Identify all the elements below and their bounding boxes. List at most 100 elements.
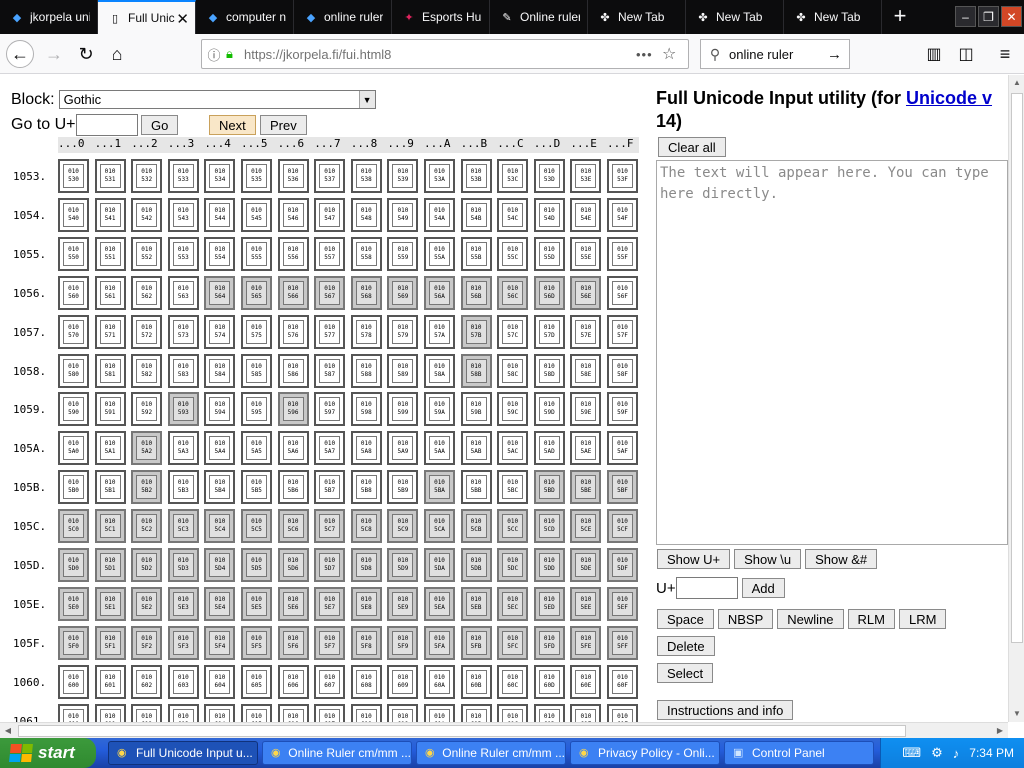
char-cell[interactable]: 010 563 — [167, 275, 199, 310]
start-button[interactable]: start — [0, 738, 96, 768]
char-cell[interactable]: 010 574 — [204, 314, 236, 349]
char-cell[interactable]: 010 5F7 — [314, 625, 346, 660]
char-cell[interactable]: 010 580 — [58, 353, 89, 388]
char-cell[interactable]: 01061F — [607, 703, 638, 722]
char-cell[interactable]: 010 534 — [204, 159, 236, 193]
char-cell[interactable]: 010 5AA — [424, 431, 455, 466]
char-cell[interactable]: 010 54F — [607, 197, 638, 232]
char-cell[interactable]: 010 603 — [167, 664, 199, 699]
char-cell[interactable]: 010 58D — [533, 353, 565, 388]
char-cell[interactable]: 010 540 — [58, 197, 89, 232]
scroll-right-icon[interactable]: ▶ — [992, 723, 1008, 739]
char-cell[interactable]: 010611 — [94, 703, 126, 722]
char-cell[interactable]: 010 568 — [350, 275, 382, 310]
show-uplus-button[interactable]: Show U+ — [657, 549, 731, 569]
char-cell[interactable]: 010 5F6 — [277, 625, 309, 660]
vertical-scroll-thumb[interactable] — [1011, 93, 1023, 643]
minimize-button[interactable]: – — [955, 6, 976, 27]
nbsp-button[interactable]: NBSP — [717, 609, 774, 629]
char-cell[interactable]: 010 5BC — [497, 470, 529, 505]
char-cell[interactable]: 010 546 — [277, 197, 309, 232]
lock-icon[interactable]: 🔒︎ — [226, 46, 244, 62]
char-cell[interactable]: 010 5AF — [607, 431, 638, 466]
char-cell[interactable]: 010 541 — [94, 197, 126, 232]
char-cell[interactable]: 010 58E — [570, 353, 602, 388]
char-cell[interactable]: 010 5E7 — [314, 586, 346, 621]
volume-icon[interactable]: ♪ — [953, 746, 960, 761]
char-cell[interactable]: 010 576 — [277, 314, 309, 349]
char-cell[interactable]: 010 569 — [387, 275, 419, 310]
char-cell[interactable]: 010 5FF — [607, 625, 638, 660]
char-cell[interactable]: 010 5F0 — [58, 625, 89, 660]
char-cell[interactable]: 010 560 — [58, 275, 89, 310]
char-cell[interactable]: 010 55F — [607, 236, 638, 271]
char-cell[interactable]: 010 5E3 — [167, 586, 199, 621]
char-cell[interactable]: 010 567 — [314, 275, 346, 310]
char-cell[interactable]: 010 57D — [533, 314, 565, 349]
char-cell[interactable]: 010 531 — [94, 159, 126, 193]
char-cell[interactable]: 010 5F3 — [167, 625, 199, 660]
address-bar[interactable]: ⓘ 🔒︎ https://jkorpela.fi/fui.html8 ••• ☆ — [201, 39, 689, 69]
char-cell[interactable]: 010 538 — [350, 159, 382, 193]
char-cell[interactable]: 010 5B4 — [204, 470, 236, 505]
vertical-scrollbar[interactable]: ▲ ▼ — [1008, 75, 1024, 722]
char-cell[interactable]: 010 548 — [350, 197, 382, 232]
char-cell[interactable]: 010 598 — [350, 392, 382, 427]
char-cell[interactable]: 010 571 — [94, 314, 126, 349]
tab-new-2[interactable]: ✤ New Tab — [686, 0, 784, 34]
char-cell[interactable]: 010 5BD — [533, 470, 565, 505]
next-button[interactable]: Next — [209, 115, 256, 135]
char-cell[interactable]: 010616 — [277, 703, 309, 722]
char-cell[interactable]: 010 586 — [277, 353, 309, 388]
add-button[interactable]: Add — [741, 578, 785, 598]
char-cell[interactable]: 010 57B — [460, 314, 492, 349]
char-cell[interactable]: 010 561 — [94, 275, 126, 310]
char-cell[interactable]: 010 605 — [241, 664, 272, 699]
char-cell[interactable]: 010 5C6 — [277, 509, 309, 544]
menu-button[interactable]: ≡ — [991, 40, 1019, 68]
char-cell[interactable]: 010 587 — [314, 353, 346, 388]
char-cell[interactable]: 010 54B — [460, 197, 492, 232]
char-cell[interactable]: 010 5A6 — [277, 431, 309, 466]
show-backslash-u-button[interactable]: Show \u — [734, 549, 802, 569]
char-cell[interactable]: 010 5B9 — [387, 470, 419, 505]
char-cell[interactable]: 010 60A — [424, 664, 455, 699]
char-cell[interactable]: 010 5F2 — [131, 625, 163, 660]
char-cell[interactable]: 010 570 — [58, 314, 89, 349]
horizontal-scrollbar[interactable]: ◀ ▶ — [0, 722, 1008, 738]
char-cell[interactable]: 010 58C — [497, 353, 529, 388]
space-button[interactable]: Space — [657, 609, 714, 629]
goto-input[interactable] — [76, 114, 139, 136]
char-cell[interactable]: 010 57C — [497, 314, 529, 349]
char-cell[interactable]: 010 5F8 — [350, 625, 382, 660]
char-cell[interactable]: 010 5D7 — [314, 548, 346, 582]
tab-online-ruler[interactable]: ✎ Online ruler — [490, 0, 588, 34]
char-cell[interactable]: 010 53C — [497, 159, 529, 193]
char-cell[interactable]: 010 5C9 — [387, 509, 419, 544]
char-cell[interactable]: 010 5DA — [424, 548, 455, 582]
rlm-button[interactable]: RLM — [847, 609, 895, 629]
char-cell[interactable]: 010 57E — [570, 314, 602, 349]
info-icon[interactable]: ⓘ — [202, 45, 226, 64]
char-cell[interactable]: 010 55D — [533, 236, 565, 271]
forward-button[interactable]: → — [40, 40, 68, 68]
char-cell[interactable]: 010 5D6 — [277, 548, 309, 582]
prev-button[interactable]: Prev — [260, 115, 307, 135]
char-cell[interactable]: 010 5A9 — [387, 431, 419, 466]
char-cell[interactable]: 010 5C3 — [167, 509, 199, 544]
char-cell[interactable]: 010 5DC — [497, 548, 529, 582]
reload-button[interactable]: ↻ — [72, 40, 100, 68]
char-cell[interactable]: 010 545 — [241, 197, 272, 232]
char-cell[interactable]: 010619 — [387, 703, 419, 722]
char-cell[interactable]: 010 566 — [277, 275, 309, 310]
char-cell[interactable]: 010 5CC — [497, 509, 529, 544]
char-cell[interactable]: 010 54C — [497, 197, 529, 232]
char-cell[interactable]: 010 56C — [497, 275, 529, 310]
char-cell[interactable]: 010 5AB — [460, 431, 492, 466]
char-cell[interactable]: 010 57A — [424, 314, 455, 349]
scroll-left-icon[interactable]: ◀ — [0, 723, 16, 739]
char-cell[interactable]: 010 5CD — [533, 509, 565, 544]
char-cell[interactable]: 010 5FE — [570, 625, 602, 660]
char-cell[interactable]: 010 539 — [387, 159, 419, 193]
char-cell[interactable]: 010 555 — [241, 236, 272, 271]
